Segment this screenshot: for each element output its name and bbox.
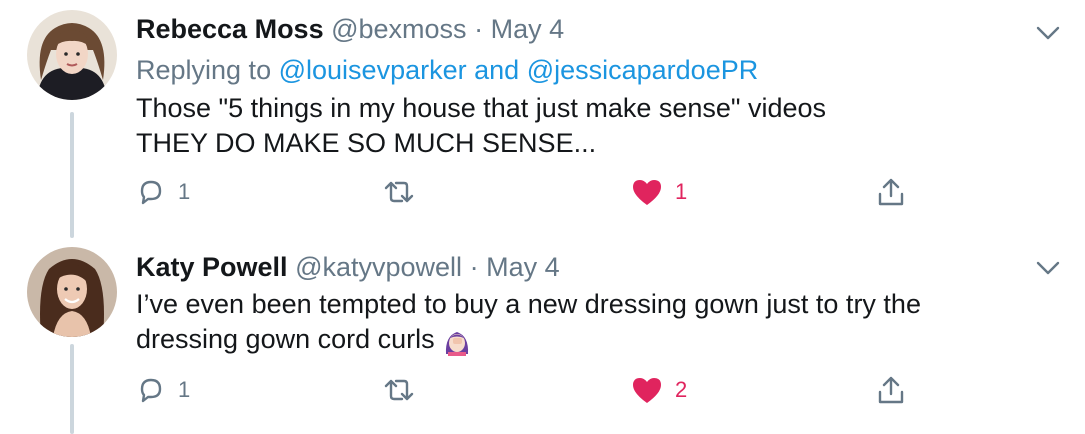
reply-button[interactable]: 1 [136,172,190,212]
avatar-woman-long-hair-icon [27,247,117,337]
like-button[interactable]: 1 [631,172,687,212]
retweet-button[interactable] [382,172,416,212]
heart-filled-icon [633,378,661,403]
reply-button[interactable]: 1 [136,370,190,410]
replying-prefix: Replying to [136,55,272,85]
retweet-icon [384,181,414,203]
share-button[interactable] [876,370,906,410]
author-handle[interactable]: @katyvpowell [295,252,462,282]
like-count: 1 [675,179,688,204]
like-count: 2 [675,377,688,402]
tweet-text-line: I’ve even been tempted to buy a new dres… [136,289,921,319]
share-icon [878,178,904,206]
reply-count: 1 [178,179,191,204]
tweet-date[interactable]: May 4 [491,14,565,44]
separator: · [474,14,484,44]
mention-link[interactable]: @louisevparker [279,55,467,85]
mention-and[interactable]: and [474,55,519,85]
tweet-text-line: Those "5 things in my house that just ma… [136,93,827,123]
share-icon [878,376,904,404]
tweet-1[interactable]: Rebecca Moss @bexmoss · May 4 Replying t… [0,0,1085,238]
thread-line [70,112,74,238]
retweet-button[interactable] [382,370,416,410]
tweet-date[interactable]: May 4 [486,252,560,282]
tweet-text-line: THEY DO MAKE SO MUCH SENSE... [136,128,597,158]
heart-filled-icon [633,180,661,205]
avatar-woman-bangs-icon [27,10,117,100]
reply-icon [140,180,162,205]
tweet-actions: 1 1 [136,172,936,212]
retweet-icon [384,379,414,401]
tweet-text: I’ve even been tempted to buy a new dres… [136,287,921,357]
avatar[interactable] [27,10,117,100]
avatar[interactable] [27,247,117,337]
author-handle[interactable]: @bexmoss [331,14,466,44]
reply-count: 1 [178,377,191,402]
thread-line [70,344,74,434]
tweet-text: Those "5 things in my house that just ma… [136,91,826,161]
chevron-down-icon[interactable] [1035,259,1061,277]
share-button[interactable] [876,172,906,212]
like-button[interactable]: 2 [631,370,687,410]
tweet-text-line: dressing gown cord curls [136,324,435,354]
chevron-down-icon[interactable] [1035,24,1061,42]
author-name[interactable]: Rebecca Moss [136,14,324,44]
tweet-header: Rebecca Moss @bexmoss · May 4 [136,14,564,45]
woman-facepalming-emoji-icon [446,331,469,356]
replying-to: Replying to @louisevparker and @jessicap… [136,55,758,86]
tweet-2[interactable]: Katy Powell @katyvpowell · May 4 I’ve ev… [0,238,1085,434]
tweet-actions: 1 2 [136,370,936,410]
tweet-header: Katy Powell @katyvpowell · May 4 [136,252,560,283]
tweet-text-line-with-emoji: dressing gown cord curls [136,322,921,357]
reply-icon [140,378,162,403]
mention-link[interactable]: @jessicapardoePR [527,55,759,85]
separator: · [469,252,479,282]
author-name[interactable]: Katy Powell [136,252,288,282]
